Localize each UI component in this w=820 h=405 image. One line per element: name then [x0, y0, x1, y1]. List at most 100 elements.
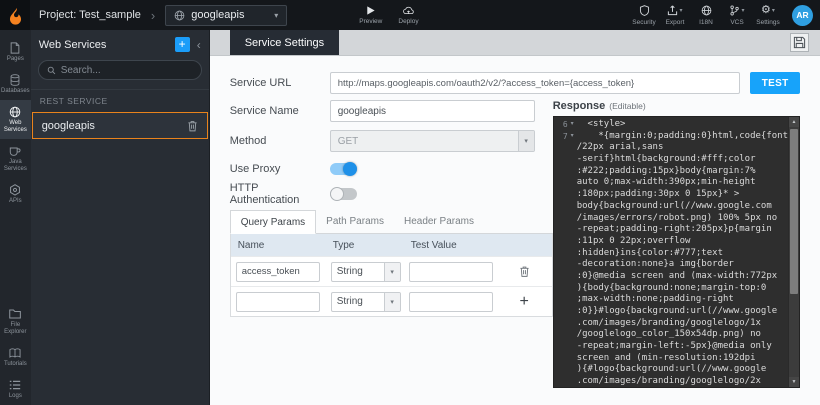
http-authentication-toggle[interactable] — [330, 188, 357, 200]
gear-icon: ⚙ — [761, 5, 771, 16]
method-select[interactable]: GET ▾ — [330, 130, 535, 152]
sidebar-item-file-explorer[interactable]: File Explorer — [0, 302, 31, 341]
code-line[interactable]: /googlelogo_color_150x54dp.png) no — [554, 329, 788, 341]
param-test-value-input[interactable] — [409, 292, 493, 312]
sidebar-item-apis[interactable]: APIs — [0, 178, 31, 210]
delete-row-icon[interactable] — [519, 265, 530, 278]
code-line[interactable]: /22px arial,sans — [554, 142, 788, 154]
security-label: Security — [632, 19, 655, 26]
code-line[interactable]: -repeat;padding-right:205px}p{margin — [554, 224, 788, 236]
tab-service-settings[interactable]: Service Settings — [230, 30, 339, 55]
param-name-input[interactable] — [236, 292, 320, 312]
sidebar-item-web-services[interactable]: Web Services — [0, 100, 31, 139]
sidebar-item-label: APIs — [9, 198, 22, 205]
param-name-input[interactable] — [236, 262, 320, 282]
globe-icon — [701, 5, 712, 16]
sidebar-item-databases[interactable]: Databases — [0, 68, 31, 100]
service-name-label: Service Name — [230, 105, 330, 117]
app-logo[interactable] — [0, 0, 30, 30]
code-line[interactable]: :180px;padding:30px 0 15px}* > — [554, 189, 788, 201]
column-header-type: Type — [326, 240, 404, 251]
code-line[interactable]: ;max-width:none;padding-right — [554, 294, 788, 306]
sidebar-spacer — [0, 210, 31, 302]
code-line[interactable]: :#222;padding:15px}body{margin:7% — [554, 166, 788, 178]
tab-query-params[interactable]: Query Params — [230, 210, 316, 234]
service-list-item-googleapis[interactable]: googleapis — [32, 112, 208, 139]
app-window: Project: Test_sample › googleapis ▾ Prev… — [0, 0, 820, 405]
topbar: Project: Test_sample › googleapis ▾ Prev… — [0, 0, 820, 30]
chevron-down-icon: ▾ — [741, 7, 744, 14]
user-avatar[interactable]: AR — [792, 5, 813, 26]
code-line[interactable]: :0}@media screen and (max-width:772px — [554, 271, 788, 283]
tab-header-params[interactable]: Header Params — [394, 210, 484, 233]
sidebar-item-label: File Explorer — [1, 322, 30, 336]
method-label: Method — [230, 135, 330, 147]
export-icon — [667, 5, 678, 16]
code-line[interactable]: :11px 0 22px;overflow — [554, 236, 788, 248]
export-button[interactable]: ▾ Export — [661, 5, 689, 26]
use-proxy-toggle[interactable] — [330, 163, 357, 175]
code-line[interactable]: /images/errors/robot.png) 100% 5px no — [554, 213, 788, 225]
collapse-panel-icon[interactable]: ‹ — [195, 39, 203, 51]
service-settings-content: Service URL TEST Service Name Method — [210, 56, 820, 405]
method-value: GET — [331, 136, 518, 147]
book-icon — [9, 347, 21, 359]
vcs-button[interactable]: ▾ VCS — [723, 5, 751, 26]
preview-label: Preview — [359, 18, 382, 25]
tab-path-params[interactable]: Path Params — [316, 210, 394, 233]
scroll-up-icon[interactable]: ▲ — [789, 117, 799, 127]
project-label: Project: Test_sample — [39, 9, 141, 21]
code-line[interactable]: ){#logo{background:url(//www.google — [554, 364, 788, 376]
code-line[interactable]: screen and (min-resolution:192dpi — [554, 353, 788, 365]
code-line[interactable]: 6▾ <style> — [554, 119, 788, 131]
service-selector-dropdown[interactable]: googleapis ▾ — [165, 5, 287, 26]
sidebar-item-tutorials[interactable]: Tutorials — [0, 341, 31, 373]
code-line[interactable]: auto 0;max-width:390px;min-height — [554, 177, 788, 189]
add-service-button[interactable]: + — [175, 37, 190, 52]
selected-type-value: String — [332, 266, 384, 277]
scrollbar-thumb[interactable] — [790, 129, 798, 294]
delete-service-icon[interactable] — [187, 120, 198, 132]
scroll-down-icon[interactable]: ▼ — [789, 377, 799, 387]
save-button[interactable] — [790, 33, 809, 52]
sidebar-item-label: Web Services — [1, 120, 30, 134]
save-icon — [793, 36, 806, 49]
code-line[interactable]: -repeat;margin-left:-5px}@media only — [554, 341, 788, 353]
code-line[interactable]: .com/images/branding/googlelogo/2x — [554, 376, 788, 387]
add-row-button[interactable]: + — [520, 294, 529, 310]
code-line[interactable]: -decoration:none}a img{border — [554, 259, 788, 271]
topbar-tools: Security ▾ Export I18N ▾ VCS ⚙▾ Settings… — [630, 5, 820, 26]
deploy-button[interactable]: Deploy — [398, 5, 418, 25]
code-line[interactable]: .com/images/branding/googlelogo/1x — [554, 318, 788, 330]
editor-scrollbar[interactable]: ▲ ▼ — [788, 117, 799, 387]
sidebar-item-logs[interactable]: Logs — [0, 373, 31, 405]
table-row: String ▾ + — [231, 286, 552, 316]
settings-button[interactable]: ⚙▾ Settings — [754, 5, 782, 26]
preview-button[interactable]: Preview — [359, 5, 382, 25]
topbar-actions: Preview Deploy — [359, 5, 418, 25]
param-type-select[interactable]: String ▾ — [331, 262, 401, 282]
code-line[interactable]: body{background:url(//www.google.com — [554, 201, 788, 213]
left-icon-sidebar: Pages Databases Web Services Java Servic… — [0, 30, 31, 405]
code-line[interactable]: :0}}#logo{background:url(//www.google — [554, 306, 788, 318]
code-lines[interactable]: 6▾ <style>7▾ *{margin:0;padding:0}html,c… — [554, 119, 788, 387]
service-url-input[interactable] — [330, 72, 741, 94]
param-test-value-input[interactable] — [409, 262, 493, 282]
sidebar-item-java-services[interactable]: Java Services — [0, 139, 31, 178]
code-line[interactable]: :hidden}ins{color:#777;text — [554, 248, 788, 260]
response-editor[interactable]: 6▾ <style>7▾ *{margin:0;padding:0}html,c… — [553, 116, 800, 388]
i18n-button[interactable]: I18N — [692, 5, 720, 26]
param-type-select[interactable]: String ▾ — [331, 292, 401, 312]
search-input[interactable] — [61, 65, 193, 76]
service-search[interactable] — [38, 60, 202, 80]
selected-type-value: String — [332, 296, 384, 307]
security-button[interactable]: Security — [630, 5, 658, 26]
service-name-input[interactable] — [330, 100, 535, 122]
http-auth-label: HTTP Authentication — [230, 182, 330, 206]
code-line[interactable]: -serif}html{background:#fff;color — [554, 154, 788, 166]
code-line[interactable]: 7▾ *{margin:0;padding:0}html,code{font:1… — [554, 131, 788, 143]
sidebar-item-pages[interactable]: Pages — [0, 36, 31, 68]
code-line[interactable]: ){body{background:none;margin-top:0 — [554, 283, 788, 295]
test-button[interactable]: TEST — [750, 72, 800, 94]
column-header-test-value: Test Value — [404, 240, 497, 251]
